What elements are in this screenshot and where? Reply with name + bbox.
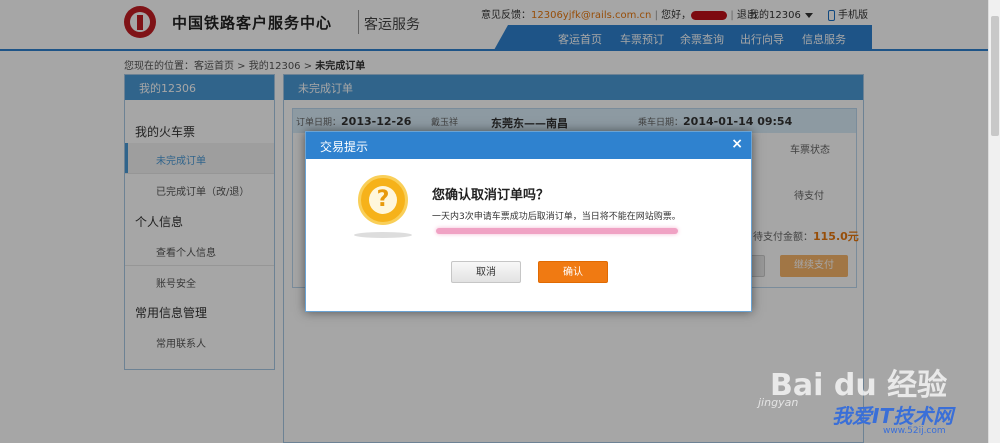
site-watermark-url: www.52ij.com [883,426,946,436]
dialog-message: 一天内3次申请车票成功后取消订单，当日将不能在网站购票。 [432,212,681,222]
scrollbar-thumb[interactable] [991,16,999,136]
close-icon[interactable]: × [731,136,743,152]
dialog-question: 您确认取消订单吗？ [432,188,550,203]
redaction-highlight [436,228,678,234]
icon-shadow [354,232,412,238]
confirm-dialog: 交易提示 × ? 您确认取消订单吗？ 一天内3次申请车票成功后取消订单，当日将不… [305,131,752,312]
baidu-watermark-url: jingyan [758,396,799,409]
question-icon: ? [358,175,408,225]
dialog-title: 交易提示 [320,140,369,154]
page-scrollbar[interactable] [988,0,1000,443]
dialog-header: 交易提示 × [306,132,751,159]
site-watermark: 我爱IT技术网 [832,404,954,428]
cancel-button[interactable]: 取消 [451,261,521,283]
confirm-button[interactable]: 确认 [538,261,608,283]
